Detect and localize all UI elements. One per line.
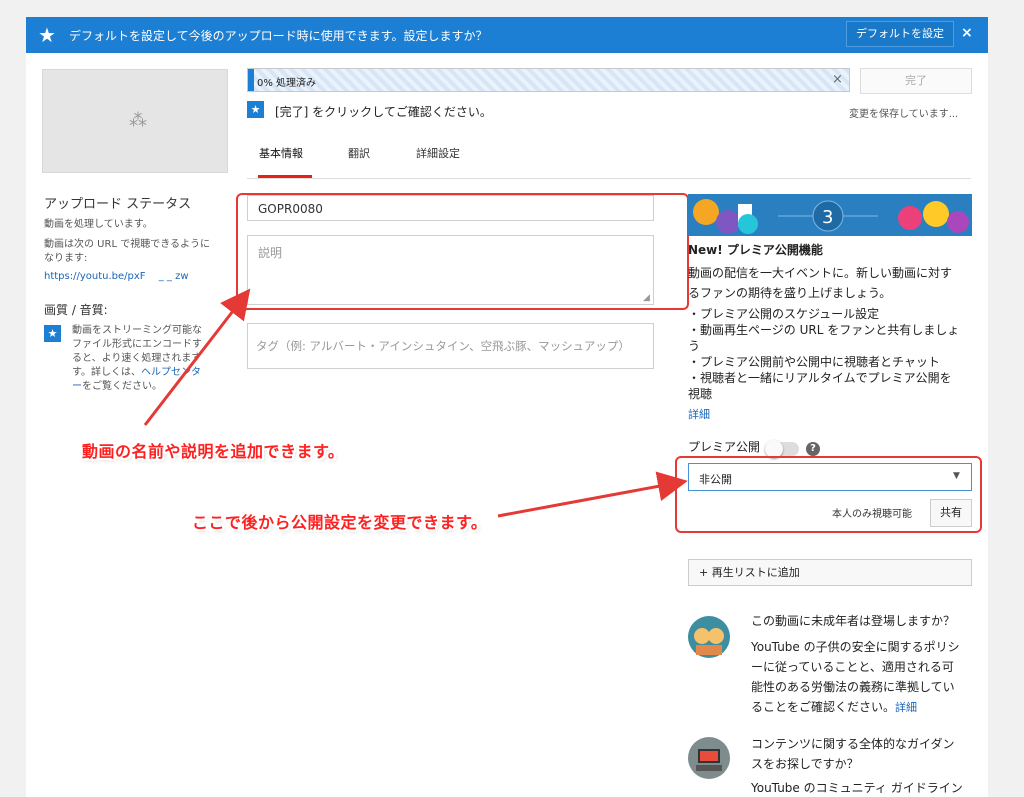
annotation-privacy: ここで後から公開設定を変更できます。: [192, 513, 488, 532]
annotation-arrows: [143, 288, 688, 518]
arrow-to-privacy: [497, 471, 688, 518]
arrow-to-name-fields: [143, 288, 251, 426]
annotation-name-desc: 動画の名前や説明を追加できます。: [82, 442, 345, 461]
